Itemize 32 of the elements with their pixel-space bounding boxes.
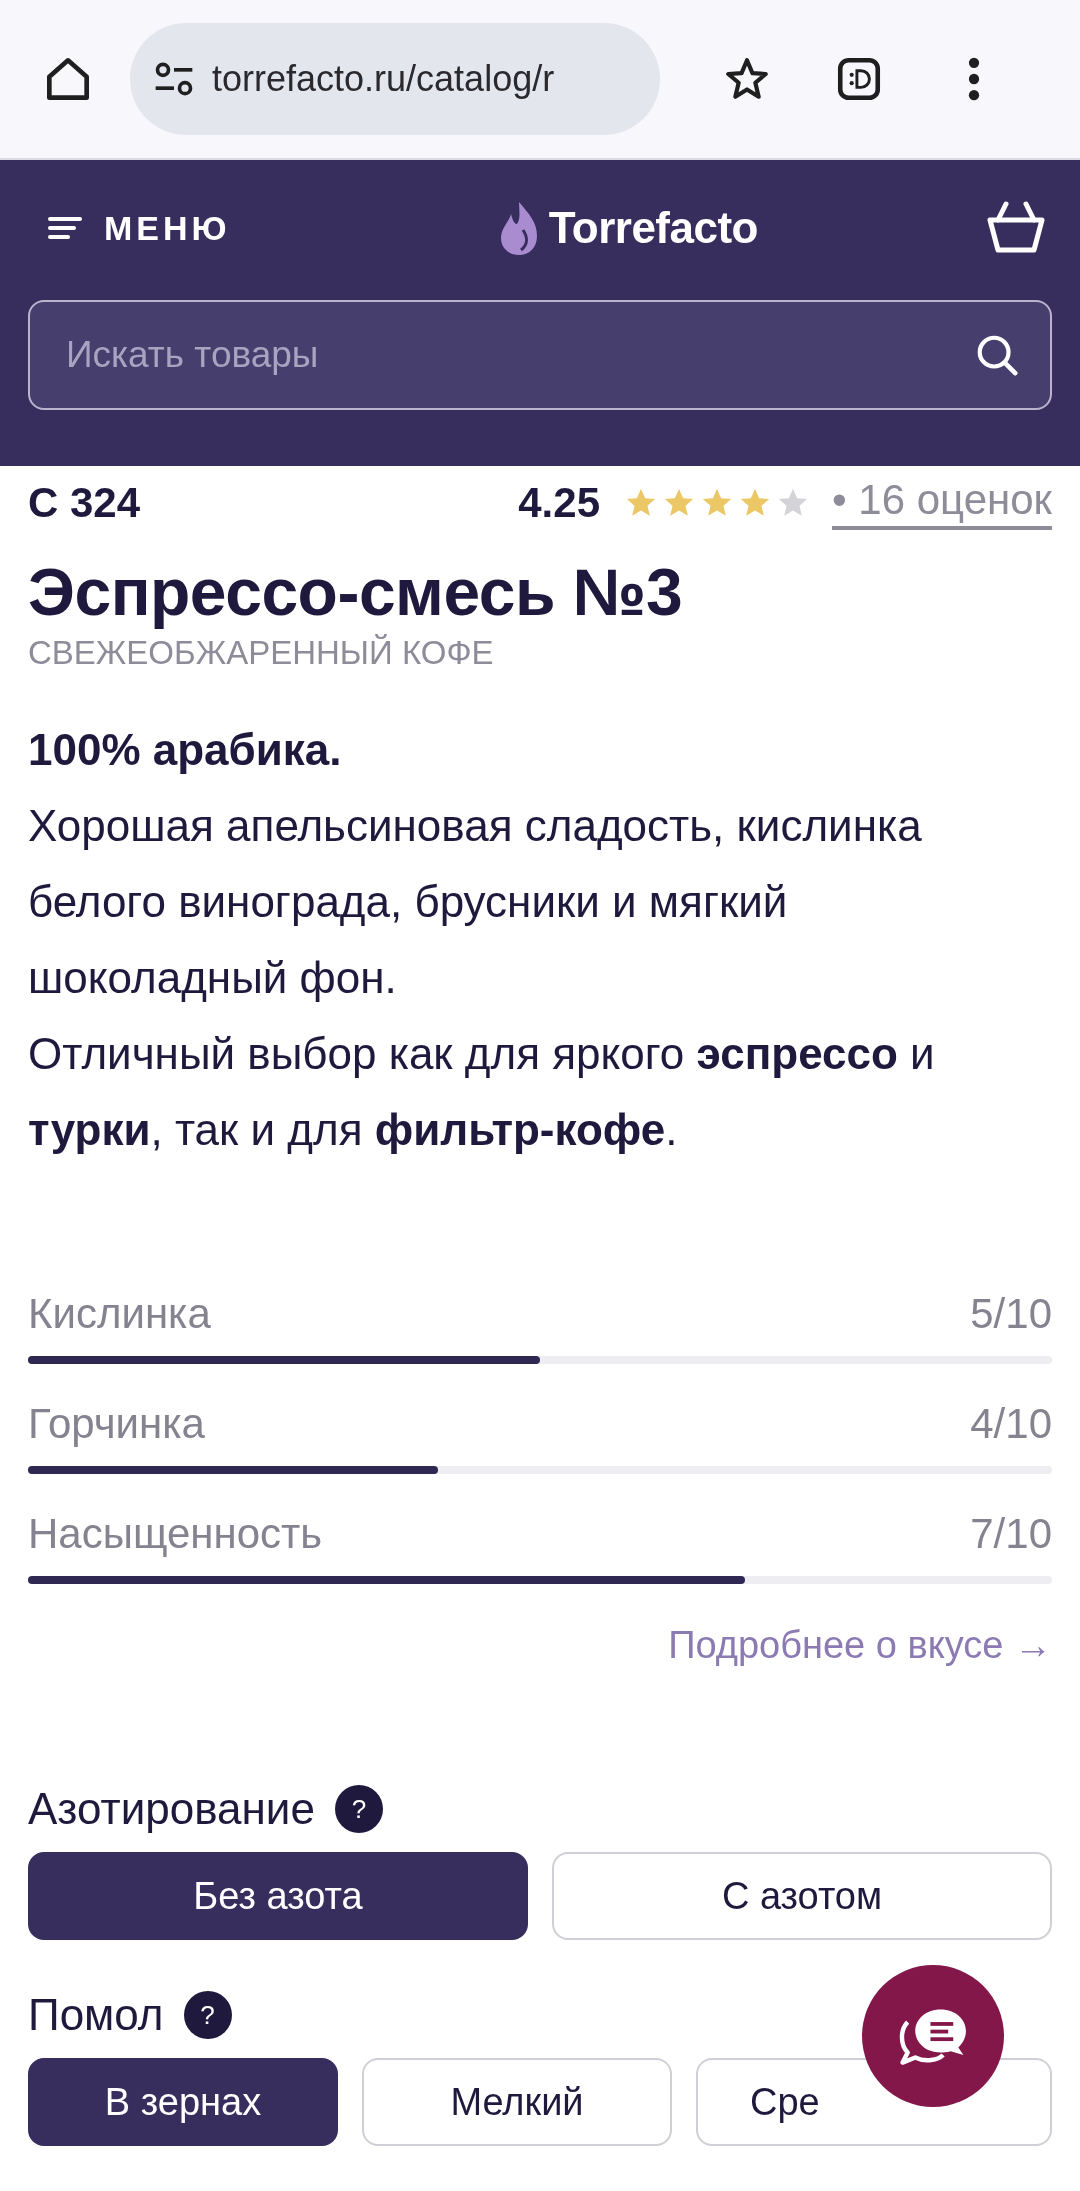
logo-text: Torrefacto xyxy=(548,203,758,253)
product-code: C 324 xyxy=(28,479,141,527)
logo[interactable]: Torrefacto xyxy=(498,200,758,256)
option-title: Помол xyxy=(28,1990,164,2040)
taste-details-link[interactable]: Подробнее о вкусе → xyxy=(668,1624,1052,1667)
option-button[interactable]: В зернах xyxy=(28,2058,338,2146)
more-icon[interactable] xyxy=(968,57,980,101)
product-category: СВЕЖЕОБЖАРЕННЫЙ КОФЕ xyxy=(28,634,495,672)
taste-name: Горчинка xyxy=(28,1399,205,1449)
taste-name: Кислинка xyxy=(28,1289,211,1339)
description-paragraph: Отличный выбор как для яркого эспрессо и турки, так и для фильтр-кофе. xyxy=(28,1028,936,1156)
basket-icon[interactable] xyxy=(986,200,1046,256)
taste-score: 4/10 xyxy=(970,1399,1052,1449)
address-bar[interactable]: torrefacto.ru/catalog/r xyxy=(130,23,660,135)
help-button[interactable]: ? xyxy=(334,1785,383,1833)
description-paragraph: Хорошая апельсиновая сладость, кислинка белого винограда, брусники и мягкий шоколадный фон. xyxy=(28,800,923,1004)
option-button[interactable]: С азотом xyxy=(552,1852,1052,1940)
search-field[interactable]: Искать товары xyxy=(28,300,1052,410)
url-text: torrefacto.ru/catalog/r xyxy=(212,58,555,100)
menu-icon xyxy=(48,215,84,241)
help-button[interactable]: ? xyxy=(183,1991,232,2039)
option-button[interactable]: Без азота xyxy=(28,1852,528,1940)
description-lead: 100% арабика. xyxy=(28,724,343,776)
rating-value: 4.25 xyxy=(518,479,600,527)
taste-name: Насыщенность xyxy=(28,1509,323,1559)
option-title: Азотирование xyxy=(28,1784,315,1834)
flame-icon xyxy=(498,200,539,256)
product-title: Эспрессо-смесь №3 xyxy=(28,554,684,630)
taste-score: 7/10 xyxy=(970,1509,1052,1559)
taste-score: 5/10 xyxy=(970,1289,1052,1339)
option-button[interactable]: Мелкий xyxy=(362,2058,672,2146)
menu-button[interactable]: МЕНЮ xyxy=(48,208,231,248)
